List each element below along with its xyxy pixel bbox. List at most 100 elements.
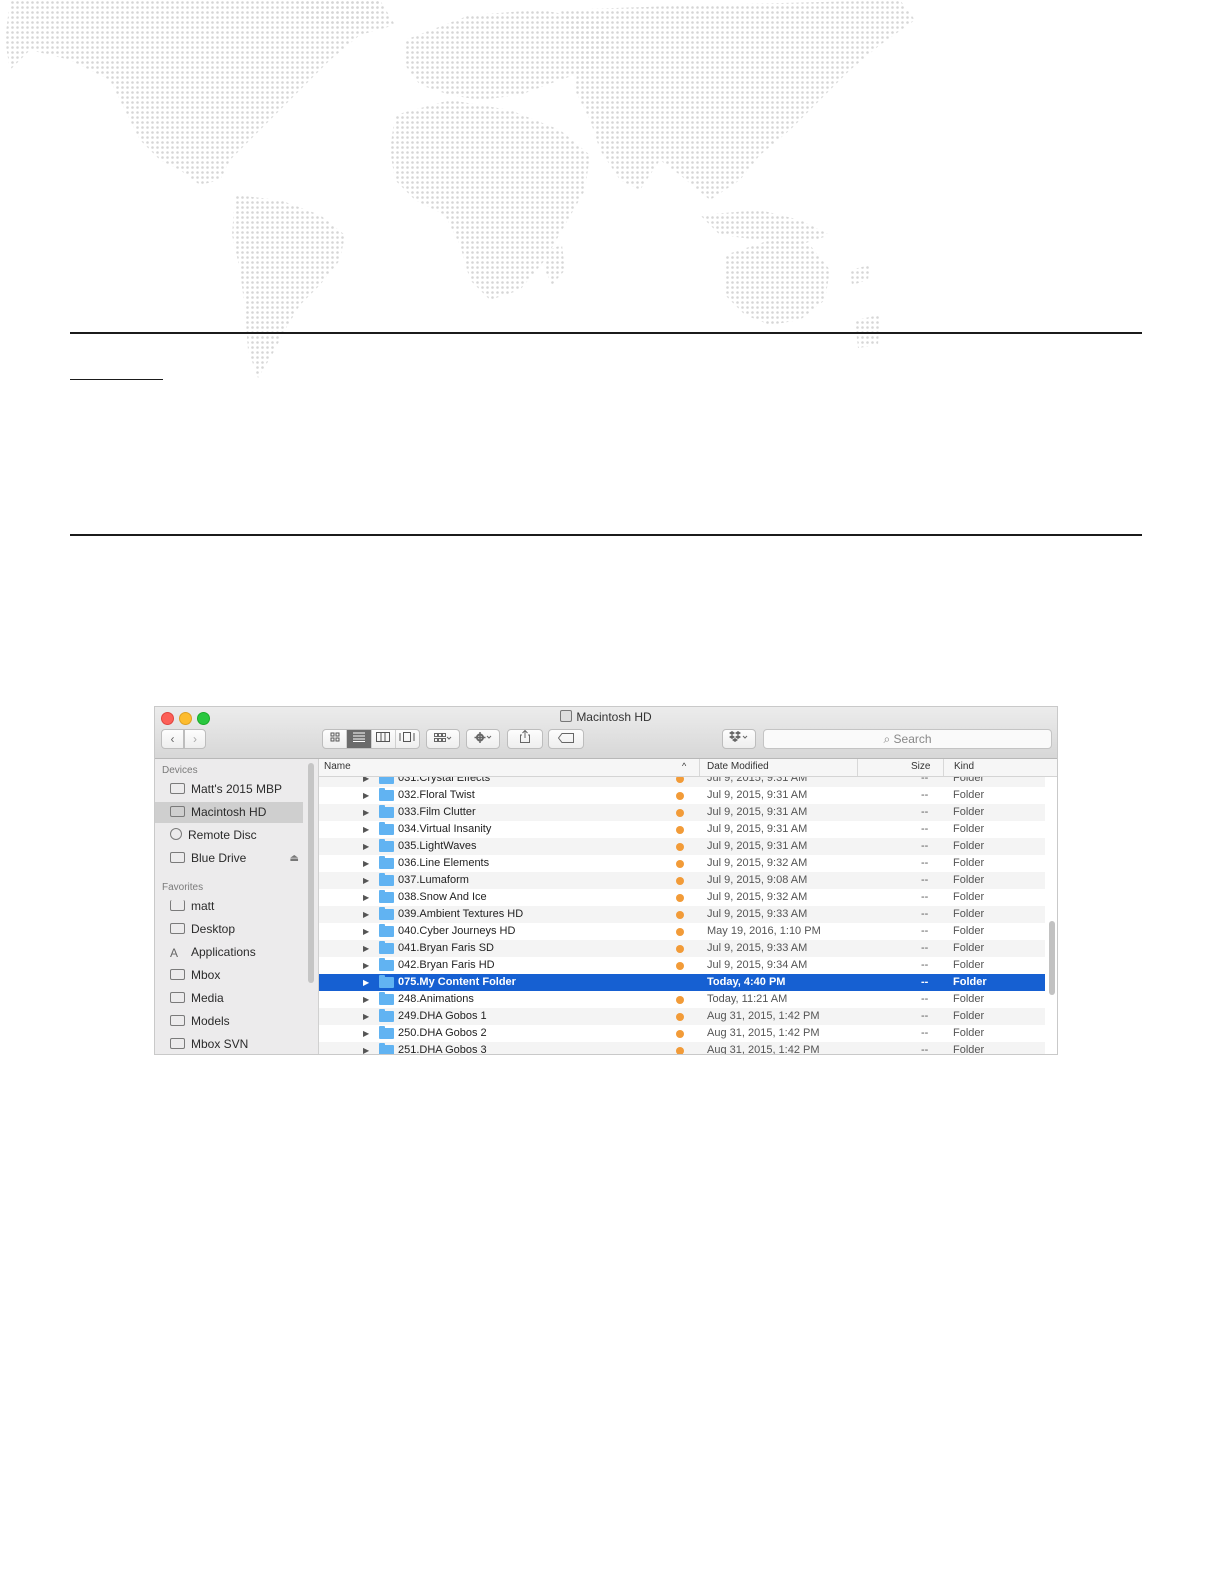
- share-button[interactable]: [507, 729, 543, 749]
- table-row[interactable]: ▶ 250.DHA Gobos 2 Aug 31, 2015, 1:42 PM -- F…: [319, 1025, 1045, 1042]
- orange-tag-icon: [676, 962, 684, 970]
- list-view-icon: [352, 732, 365, 742]
- sidebar-item-label: Mbox: [191, 968, 221, 982]
- sidebar-item-matt[interactable]: matt: [155, 896, 303, 917]
- folder-icon: [170, 1038, 185, 1049]
- folder-icon: [379, 924, 394, 937]
- table-row[interactable]: ▶ 036.Line Elements Jul 9, 2015, 9:32 AM --…: [319, 855, 1045, 872]
- table-row[interactable]: ▶ 042.Bryan Faris HD Jul 9, 2015, 9:34 AM -…: [319, 957, 1045, 974]
- table-row[interactable]: ▶ 039.Ambient Textures HD Jul 9, 2015, 9:3…: [319, 906, 1045, 923]
- table-row[interactable]: ▶ 034.Virtual Insanity Jul 9, 2015, 9:31 A…: [319, 821, 1045, 838]
- folder-icon: [379, 890, 394, 903]
- column-header-size[interactable]: Size: [911, 761, 930, 772]
- file-size: --: [921, 976, 929, 988]
- eject-icon[interactable]: ⏏: [290, 848, 299, 869]
- action-menu-button[interactable]: [466, 729, 500, 749]
- disclosure-triangle-icon[interactable]: ▶: [363, 889, 369, 906]
- disclosure-triangle-icon[interactable]: ▶: [363, 1042, 369, 1054]
- cover-flow-button[interactable]: [396, 730, 419, 748]
- orange-tag-icon: [676, 826, 684, 834]
- column-view-button[interactable]: [372, 730, 396, 748]
- column-header-row: Name ^ Date Modified Size Kind: [319, 759, 1057, 777]
- sidebar-item-models[interactable]: Models: [155, 1011, 303, 1032]
- disclosure-triangle-icon[interactable]: ▶: [363, 957, 369, 974]
- folder-icon: [379, 822, 394, 835]
- icon-view-button[interactable]: [323, 730, 348, 748]
- column-header-date[interactable]: Date Modified: [707, 761, 769, 772]
- sidebar-scrollbar[interactable]: [308, 763, 314, 983]
- disclosure-triangle-icon[interactable]: ▶: [363, 991, 369, 1008]
- sidebar-item-media[interactable]: Media: [155, 988, 303, 1009]
- applications-icon: A: [170, 946, 179, 960]
- sidebar-item-desktop[interactable]: Desktop: [155, 919, 303, 940]
- disclosure-triangle-icon[interactable]: ▶: [363, 906, 369, 923]
- table-row[interactable]: ▶ 251.DHA Gobos 3 Aug 31, 2015, 1:42 PM -- F…: [319, 1042, 1045, 1054]
- arrange-menu-button[interactable]: [426, 729, 460, 749]
- sidebar-item-mbox-svn[interactable]: Mbox SVN: [155, 1034, 303, 1054]
- file-size: --: [921, 942, 929, 954]
- dropbox-button[interactable]: [722, 729, 756, 749]
- sidebar-item-label: matt: [191, 899, 215, 913]
- file-kind: Folder: [953, 840, 985, 852]
- chevron-left-icon: ‹: [170, 732, 175, 746]
- column-header-name[interactable]: Name: [324, 761, 351, 772]
- file-list-scrollbar[interactable]: [1049, 921, 1055, 995]
- file-name: 250.DHA Gobos 2: [398, 1027, 487, 1039]
- date-modified: Jul 9, 2015, 9:34 AM: [707, 959, 808, 971]
- sidebar-item-label: Models: [191, 1014, 230, 1028]
- table-row[interactable]: ▶ 075.My Content Folder Today, 4:40 PM -- Fo…: [319, 974, 1045, 991]
- tags-button[interactable]: [548, 729, 584, 749]
- disclosure-triangle-icon[interactable]: ▶: [363, 940, 369, 957]
- disclosure-triangle-icon[interactable]: ▶: [363, 1008, 369, 1025]
- back-button[interactable]: ‹: [161, 729, 184, 749]
- list-view-button[interactable]: [347, 730, 372, 748]
- sidebar-item-mbox[interactable]: Mbox: [155, 965, 303, 986]
- file-size: --: [921, 959, 929, 971]
- icon-view-icon: [330, 732, 340, 742]
- disclosure-triangle-icon[interactable]: ▶: [363, 777, 369, 787]
- disclosure-triangle-icon[interactable]: ▶: [363, 872, 369, 889]
- table-row[interactable]: ▶ 249.DHA Gobos 1 Aug 31, 2015, 1:42 PM -- F…: [319, 1008, 1045, 1025]
- disclosure-triangle-icon[interactable]: ▶: [363, 821, 369, 838]
- table-row[interactable]: ▶ 032.Floral Twist Jul 9, 2015, 9:31 AM -- F…: [319, 787, 1045, 804]
- sidebar-item-remote-disc[interactable]: Remote Disc: [155, 825, 303, 846]
- sidebar-item-macintosh-hd[interactable]: Macintosh HD: [155, 802, 303, 823]
- table-row[interactable]: ▶ 248.Animations Today, 11:21 AM -- Folder: [319, 991, 1045, 1008]
- sidebar-item-label: Applications: [191, 945, 256, 959]
- disclosure-triangle-icon[interactable]: ▶: [363, 804, 369, 821]
- column-header-kind[interactable]: Kind: [954, 761, 974, 772]
- disclosure-triangle-icon[interactable]: ▶: [363, 923, 369, 940]
- table-row[interactable]: ▶ 031.Crystal Effects Jul 9, 2015, 9:31 AM…: [319, 777, 1045, 787]
- table-row[interactable]: ▶ 041.Bryan Faris SD Jul 9, 2015, 9:33 AM -…: [319, 940, 1045, 957]
- file-name: 042.Bryan Faris HD: [398, 959, 495, 971]
- search-input[interactable]: ⌕ Search: [763, 729, 1052, 749]
- disclosure-triangle-icon[interactable]: ▶: [363, 855, 369, 872]
- file-kind: Folder: [953, 976, 987, 988]
- sidebar-item-blue-drive[interactable]: Blue Drive ⏏: [155, 848, 303, 869]
- view-mode-selector: [322, 729, 420, 749]
- table-row[interactable]: ▶ 033.Film Clutter Jul 9, 2015, 9:31 AM -- F…: [319, 804, 1045, 821]
- date-modified: May 19, 2016, 1:10 PM: [707, 925, 821, 937]
- table-row[interactable]: ▶ 038.Snow And Ice Jul 9, 2015, 9:32 AM -- F…: [319, 889, 1045, 906]
- file-size: --: [921, 806, 929, 818]
- file-list: ▶ 031.Crystal Effects Jul 9, 2015, 9:31 AM…: [319, 777, 1045, 1054]
- hard-drive-icon: [560, 710, 573, 722]
- forward-button[interactable]: ›: [184, 729, 206, 749]
- external-drive-icon: [170, 852, 185, 863]
- table-row[interactable]: ▶ 040.Cyber Journeys HD May 19, 2016, 1:10…: [319, 923, 1045, 940]
- disclosure-triangle-icon[interactable]: ▶: [363, 838, 369, 855]
- sidebar-item-matt-s-2015-mbp[interactable]: Matt's 2015 MBP: [155, 779, 303, 800]
- orange-tag-icon: [676, 1047, 684, 1054]
- date-modified: Jul 9, 2015, 9:31 AM: [707, 777, 808, 784]
- file-kind: Folder: [953, 857, 985, 869]
- file-size: --: [921, 777, 929, 784]
- disclosure-triangle-icon[interactable]: ▶: [363, 974, 369, 991]
- file-name: 033.Film Clutter: [398, 806, 476, 818]
- orange-tag-icon: [676, 843, 684, 851]
- table-row[interactable]: ▶ 035.LightWaves Jul 9, 2015, 9:31 AM -- Fol…: [319, 838, 1045, 855]
- table-row[interactable]: ▶ 037.Lumaform Jul 9, 2015, 9:08 AM -- Folde…: [319, 872, 1045, 889]
- disclosure-triangle-icon[interactable]: ▶: [363, 787, 369, 804]
- disclosure-triangle-icon[interactable]: ▶: [363, 1025, 369, 1042]
- window-title-text: Macintosh HD: [576, 710, 652, 724]
- sidebar-item-applications[interactable]: A Applications: [155, 942, 303, 963]
